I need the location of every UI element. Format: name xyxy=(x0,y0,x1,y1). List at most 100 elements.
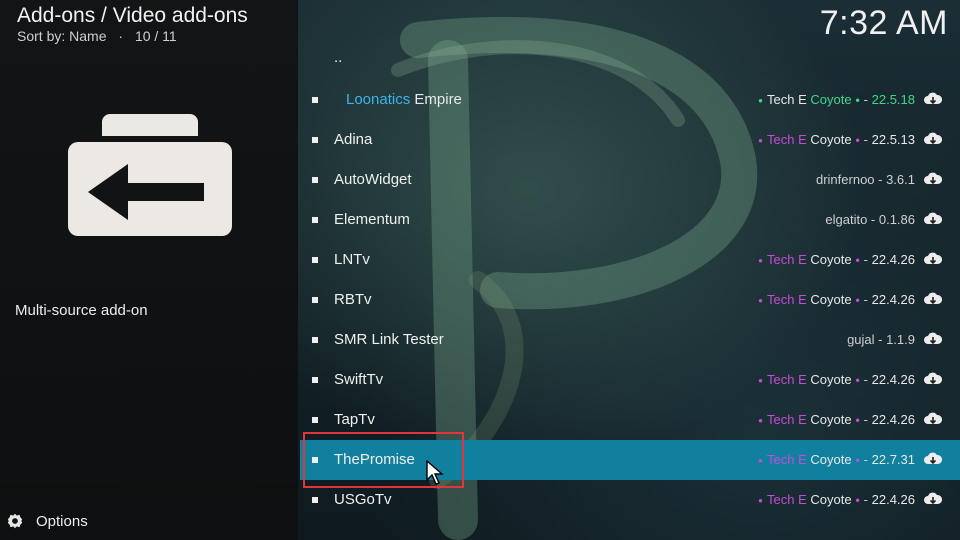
author-word: E xyxy=(798,92,807,107)
addon-list-item[interactable]: LNTv ● Tech E Coyote ● - 22.4.26 xyxy=(300,240,960,280)
addon-list-item[interactable]: SwiftTv ● Tech E Coyote ● - 22.4.26 xyxy=(300,360,960,400)
author-word: E xyxy=(798,492,807,507)
author-word: Coyote xyxy=(810,452,852,467)
options-label: Options xyxy=(36,512,88,530)
cloud-download-icon xyxy=(924,372,942,385)
addon-author-version: ● Tech E Coyote ● - 22.4.26 xyxy=(758,252,915,267)
author-word: E xyxy=(798,132,807,147)
author-word: E xyxy=(798,412,807,427)
cloud-download-icon xyxy=(924,292,942,305)
cloud-download-icon xyxy=(924,252,942,265)
cloud-download-icon xyxy=(924,132,942,145)
addon-name: LNTv xyxy=(334,251,370,268)
cloud-download-icon xyxy=(924,212,942,225)
addon-author-version: ● Tech E Coyote ● - 22.5.18 xyxy=(758,92,915,107)
author-word: Coyote xyxy=(810,132,852,147)
version-dot: ● xyxy=(855,415,861,425)
addon-author-version: ● Tech E Coyote ● - 22.4.26 xyxy=(758,492,915,507)
author-word: E xyxy=(798,292,807,307)
author-word: Tech xyxy=(767,372,795,387)
clock: 7:32 AM xyxy=(819,4,948,42)
version-dot: ● xyxy=(855,295,861,305)
sort-label: Sort by: Name xyxy=(17,28,107,44)
author-dot: ● xyxy=(758,295,763,305)
author-dot: ● xyxy=(758,255,763,265)
addon-name: Adina xyxy=(334,131,373,148)
author-word: E xyxy=(798,372,807,387)
addon-list-item[interactable]: Loonatics Empire ● Tech E Coyote ● - 22.5.… xyxy=(300,80,960,120)
list-bullet xyxy=(312,217,318,223)
version-dot: ● xyxy=(855,95,861,105)
addon-version: 22.4.26 xyxy=(871,252,915,267)
addon-description: Multi-source add-on xyxy=(15,302,148,319)
addon-list-item[interactable]: Adina ● Tech E Coyote ● - 22.5.13 xyxy=(300,120,960,160)
addon-author-version: ● Tech E Coyote ● - 22.7.31 xyxy=(758,452,915,467)
mouse-cursor-icon xyxy=(426,460,444,485)
cloud-download-icon xyxy=(924,92,942,105)
cloud-download-icon xyxy=(924,172,942,185)
addon-author-version: gujal - 1.1.9 xyxy=(847,332,915,347)
addon-author-version: ● Tech E Coyote ● - 22.4.26 xyxy=(758,292,915,307)
author-word: Tech xyxy=(767,452,795,467)
addon-name: SwiftTv xyxy=(334,371,384,388)
addon-author-version: elgatito - 0.1.86 xyxy=(825,212,915,227)
author-word: Tech xyxy=(767,492,795,507)
list-bullet xyxy=(312,497,318,503)
author-word: Tech xyxy=(767,412,795,427)
item-count: 10 / 11 xyxy=(134,28,177,44)
version-dot: ● xyxy=(855,375,861,385)
addon-version: 22.7.31 xyxy=(871,452,915,467)
addon-list-item[interactable]: RBTv ● Tech E Coyote ● - 22.4.26 xyxy=(300,280,960,320)
folder-back-icon xyxy=(68,114,232,236)
author-word: Tech xyxy=(767,132,795,147)
author-word: E xyxy=(798,452,807,467)
version-dot: ● xyxy=(855,255,861,265)
addon-name: Loonatics Empire xyxy=(346,80,462,120)
addon-version: 22.4.26 xyxy=(871,412,915,427)
list-bullet xyxy=(312,337,318,343)
page-title: Add-ons / Video add-ons xyxy=(17,4,248,27)
addon-name: AutoWidget xyxy=(334,171,412,188)
addon-list-item[interactable]: SMR Link Tester gujal - 1.1.9 xyxy=(300,320,960,360)
addon-author-version: drinfernoo - 3.6.1 xyxy=(815,172,915,187)
author-word: Coyote xyxy=(810,492,852,507)
author-dot: ● xyxy=(758,455,763,465)
author-dot: ● xyxy=(758,375,763,385)
list-bullet xyxy=(312,137,318,143)
author-word: Coyote xyxy=(810,92,852,107)
author-dot: ● xyxy=(758,95,763,105)
author-dot: ● xyxy=(758,415,763,425)
cloud-download-icon xyxy=(924,332,942,345)
parent-folder-label: .. xyxy=(334,49,343,66)
addon-name: SMR Link Tester xyxy=(334,331,444,348)
parent-folder-item[interactable]: .. xyxy=(300,40,960,80)
author-word: Tech xyxy=(767,92,795,107)
addon-name: RBTv xyxy=(334,291,372,308)
version-dot: ● xyxy=(855,495,861,505)
addon-list-item[interactable]: Elementum elgatito - 0.1.86 xyxy=(300,200,960,240)
author-word: Coyote xyxy=(810,412,852,427)
list-bullet xyxy=(312,177,318,183)
options-button[interactable]: Options xyxy=(6,510,88,532)
addon-list-item[interactable]: AutoWidget drinfernoo - 3.6.1 xyxy=(300,160,960,200)
addon-name-part: Loonatics xyxy=(346,91,411,108)
addon-author-version: ● Tech E Coyote ● - 22.4.26 xyxy=(758,412,915,427)
addon-version: 22.4.26 xyxy=(871,492,915,507)
cloud-download-icon xyxy=(924,492,942,505)
author-word: Tech xyxy=(767,252,795,267)
list-bullet xyxy=(312,417,318,423)
addon-author-version: ● Tech E Coyote ● - 22.4.26 xyxy=(758,372,915,387)
list-bullet xyxy=(312,297,318,303)
author-dot: ● xyxy=(758,495,763,505)
list-bullet xyxy=(312,377,318,383)
list-bullet xyxy=(312,97,318,103)
addon-name: Elementum xyxy=(334,211,410,228)
author-word: Coyote xyxy=(810,292,852,307)
gear-icon xyxy=(7,513,23,529)
author-dot: ● xyxy=(758,135,763,145)
author-word: Tech xyxy=(767,292,795,307)
left-panel: Add-ons / Video add-ons Sort by: Name · … xyxy=(0,0,298,540)
addon-author-version: ● Tech E Coyote ● - 22.5.13 xyxy=(758,132,915,147)
addon-version: 22.5.13 xyxy=(871,132,915,147)
author-word: Coyote xyxy=(810,252,852,267)
